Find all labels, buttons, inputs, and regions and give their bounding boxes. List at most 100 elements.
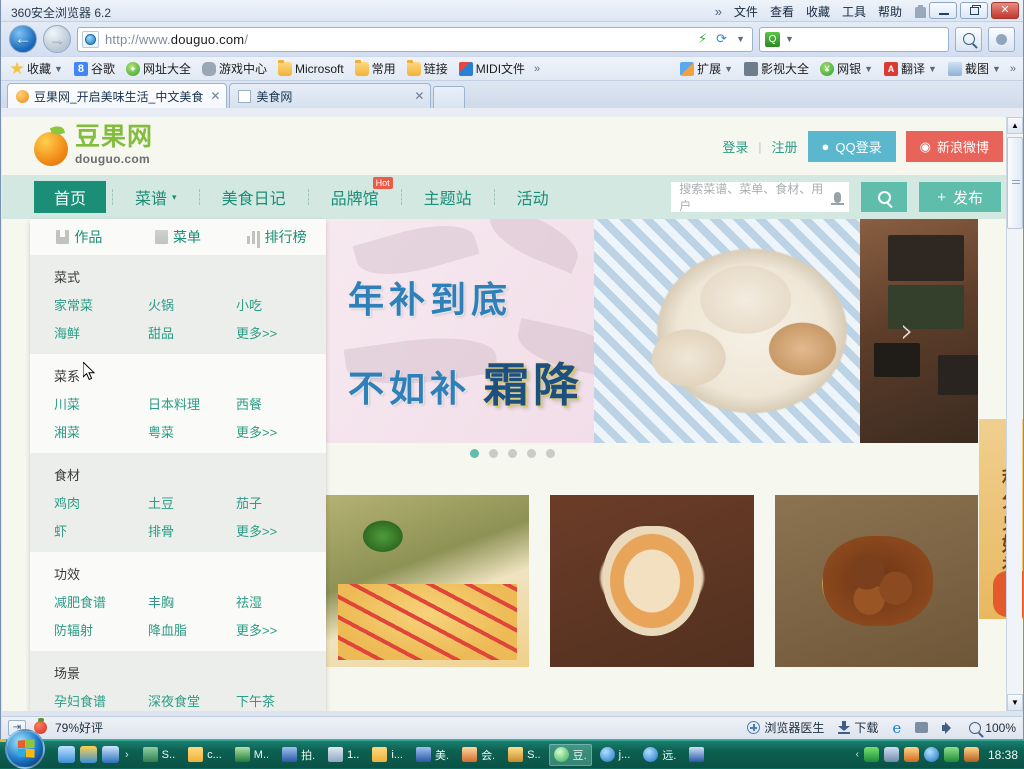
dropdown-link[interactable]: 川菜 [54,394,148,413]
nav-item-brand-hall[interactable]: 品牌馆 Hot [309,175,401,219]
qq-icon[interactable] [904,747,919,762]
task-button[interactable]: 拍. [277,744,320,766]
bookmark-microsoft[interactable]: Microsoft [274,61,348,77]
carousel-next-icon[interactable]: › [900,311,914,351]
dropdown-link[interactable]: 西餐 [236,394,326,413]
dropdown-link[interactable]: 鸡肉 [54,493,148,512]
browser-tray-icon[interactable] [924,747,939,762]
status-window-mode[interactable] [915,722,928,733]
pps-icon[interactable] [102,746,119,763]
dropdown-link[interactable]: 小吃 [236,295,326,314]
toolbar-translate[interactable]: A 翻译 ▼ [880,59,941,78]
dropdown-link[interactable]: 粤菜 [148,422,236,441]
dropdown-link[interactable]: 深夜食堂 [148,691,236,710]
task-button[interactable]: 会. [457,744,500,766]
site-logo[interactable]: 豆果网 douguo.com [34,125,153,166]
task-button[interactable]: 远. [638,744,681,766]
chevron-down-icon[interactable]: ▼ [724,64,733,74]
start-button[interactable] [2,735,48,769]
dropdown-link[interactable]: 虾 [54,521,148,540]
status-zoom[interactable]: 100% [969,721,1016,735]
dropdown-link[interactable]: 排骨 [148,521,236,540]
chevron-down-icon[interactable]: ▼ [736,34,745,44]
menu-overflow-icon[interactable]: » [715,4,722,19]
menu-help[interactable]: 帮助 [878,3,902,20]
task-button[interactable]: j... [595,744,636,766]
nav-item-recipes[interactable]: 菜谱 ▾ [113,175,199,219]
dropdown-link-more[interactable]: 更多>> [236,521,326,540]
forward-button[interactable]: → [43,25,71,53]
browser-search-button[interactable] [955,27,982,52]
site-search-button[interactable] [861,182,907,212]
status-sound[interactable] [942,722,955,734]
dropdown-link[interactable]: 日本料理 [148,394,236,413]
bookmark-google[interactable]: 8 谷歌 [70,59,119,78]
dropdown-link[interactable]: 土豆 [148,493,236,512]
toolbar-video[interactable]: 影视大全 [740,59,813,78]
publish-button[interactable]: + 发布 [919,182,1001,212]
browser-search-box[interactable]: Q ▼ [759,27,949,52]
task-button[interactable]: i... [367,744,408,766]
chevron-down-icon[interactable]: ▼ [928,64,937,74]
task-button-active[interactable]: 豆. [549,744,592,766]
toolbar-extensions[interactable]: 扩展 ▼ [676,59,737,78]
status-ie-mode[interactable]: e [892,719,901,737]
net-icon[interactable] [864,747,879,762]
carousel-dot-2[interactable] [489,449,498,458]
bookmark-links[interactable]: 链接 [403,59,452,78]
tab-douguo[interactable]: 豆果网_开启美味生活_中文美食 ✕ [7,83,227,108]
dropdown-link[interactable]: 孕妇食谱 [54,691,148,710]
food-card-3[interactable] [775,495,978,667]
chevron-down-icon[interactable]: ▼ [992,64,1001,74]
task-button[interactable]: S.. [503,744,545,766]
dropdown-tab-ranking[interactable]: 排行榜 [227,227,326,247]
site-search-input[interactable]: 搜索菜谱、菜单、食材、用户 [679,180,830,214]
nav-item-food-diary[interactable]: 美食日记 [200,175,308,219]
dropdown-link[interactable]: 甜品 [148,323,236,342]
search-engine-chevron-icon[interactable]: ▼ [785,34,794,44]
close-button[interactable]: ✕ [991,2,1019,19]
dropdown-tab-works[interactable]: 作品 [30,227,129,247]
new-tab-button[interactable] [433,86,465,108]
nav-item-theme-station[interactable]: 主题站 [402,175,494,219]
search-engine-icon[interactable]: Q [765,32,780,47]
dropdown-link[interactable]: 家常菜 [54,295,148,314]
qq-login-button[interactable]: ● QQ登录 [808,131,896,162]
task-button[interactable]: 1.. [323,744,364,766]
dropdown-link-more[interactable]: 更多>> [236,323,326,342]
dropdown-link[interactable]: 火锅 [148,295,236,314]
dropdown-link[interactable]: 减肥食谱 [54,592,148,611]
scroll-up-button[interactable]: ▲ [1007,117,1023,134]
user-account-button[interactable] [988,27,1015,52]
status-browser-doctor[interactable]: 浏览器医生 [747,719,824,736]
bookmark-midi[interactable]: MIDI文件 [455,59,529,78]
ie-icon[interactable] [58,746,75,763]
menu-favorites[interactable]: 收藏 [806,3,830,20]
status-download[interactable]: 下载 [838,719,878,736]
toolbar-overflow-icon[interactable]: » [1008,63,1018,75]
register-link[interactable]: 注册 [772,137,798,156]
carousel-dot-5[interactable] [546,449,555,458]
task-button[interactable] [684,744,713,766]
quick-launch-chevron-icon[interactable]: › [125,749,129,761]
dropdown-link[interactable]: 丰胸 [148,592,236,611]
dropdown-link[interactable]: 防辐射 [54,620,148,639]
bookmarks-overflow-icon[interactable]: » [532,63,542,75]
scroll-down-button[interactable]: ▼ [1007,694,1023,711]
site-search-field[interactable]: 搜索菜谱、菜单、食材、用户 [671,182,849,212]
task-button[interactable]: c... [183,744,227,766]
speed-icon[interactable]: ⚡ [698,31,707,47]
menu-view[interactable]: 查看 [770,3,794,20]
task-button[interactable]: S.. [138,744,180,766]
food-card-2[interactable] [550,495,753,667]
maximize-button[interactable] [960,2,988,19]
dropdown-link[interactable]: 海鲜 [54,323,148,342]
menu-tools[interactable]: 工具 [842,3,866,20]
dropdown-link[interactable]: 湘菜 [54,422,148,441]
menu-file[interactable]: 文件 [734,3,758,20]
toolbar-screenshot[interactable]: 截图 ▼ [944,59,1005,78]
page-scrollbar[interactable]: ▲ ▼ [1006,117,1022,711]
scrollbar-thumb[interactable] [1007,137,1023,229]
hero-carousel[interactable]: 年补到底 不如补 霜降 › [326,219,978,443]
updater-icon[interactable] [964,747,979,762]
